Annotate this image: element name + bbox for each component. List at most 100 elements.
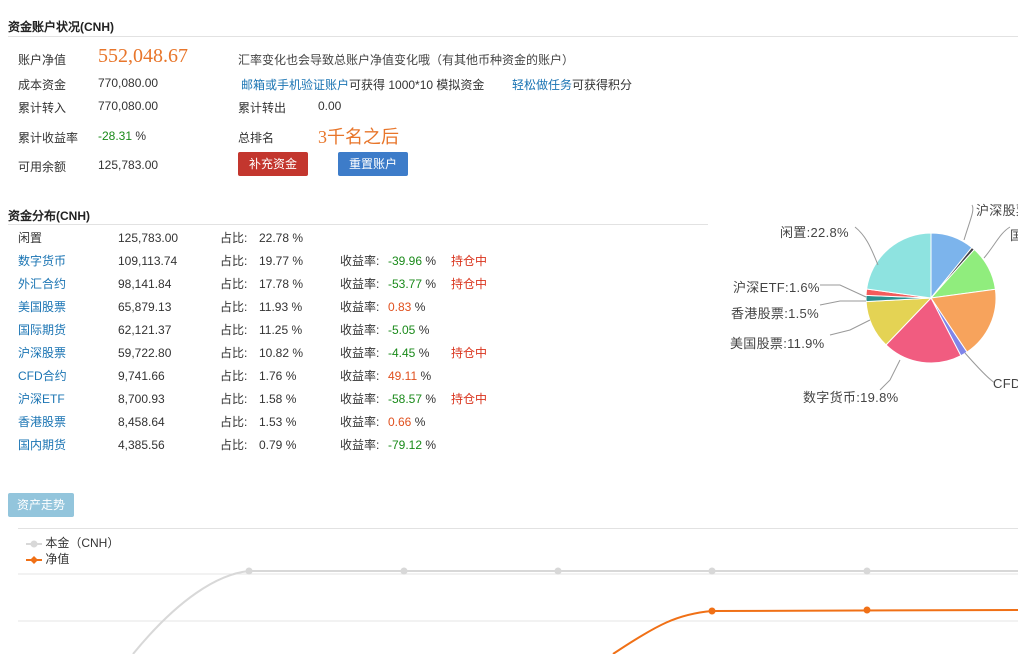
pie-slice-idle[interactable] xyxy=(866,232,932,299)
asset-share: 1.76 % xyxy=(259,369,297,383)
fx-note: 汇率变化也会导致总账户净值变化哦（有其他币种资金的账户） xyxy=(238,53,575,67)
reset-account-button[interactable]: 重置账户 xyxy=(338,152,408,176)
distribution-row: 外汇合约 98,141.84 占比: 17.78 % 收益率: -53.77 % 持仓中 xyxy=(18,273,518,296)
pie-label-crypto: 数字货币:19.8% xyxy=(803,390,899,405)
verify-account-link[interactable]: 邮箱或手机验证账户 xyxy=(241,78,349,92)
holding-badge[interactable]: 持仓中 xyxy=(451,273,487,296)
asset-yield-value: 0.66 xyxy=(388,415,412,429)
yield-label: 收益率: xyxy=(340,277,380,291)
pie-label-hs-etf: 沪深ETF:1.6% xyxy=(733,280,820,295)
principal-point xyxy=(400,567,408,575)
asset-yield-value: 0.83 xyxy=(388,300,412,314)
topup-button[interactable]: 补充资金 xyxy=(238,152,308,176)
asset-yield-value: 49.11 xyxy=(388,369,418,383)
rank-value: 3千名之后 xyxy=(318,127,399,147)
pie-connector-line xyxy=(854,226,879,266)
holding-badge[interactable]: 持仓中 xyxy=(451,388,487,411)
legend-principal-marker xyxy=(26,540,42,548)
total-return: -28.31 % xyxy=(98,129,146,143)
asset-name[interactable]: 沪深股票 xyxy=(18,342,66,365)
task-link[interactable]: 轻松做任务 xyxy=(512,78,572,92)
asset-share: 11.25 % xyxy=(259,323,303,337)
distribution-row: 香港股票 8,458.64 占比: 1.53 % 收益率: 0.66 % xyxy=(18,411,518,434)
available-label: 可用余额 xyxy=(18,160,67,174)
asset-yield-unit: % xyxy=(425,254,437,268)
distribution-row: 闲置 125,783.00 占比: 22.78 % xyxy=(18,227,518,250)
share-label: 占比: xyxy=(220,392,248,406)
share-label: 占比: xyxy=(220,346,248,360)
verify-promo: 邮箱或手机验证账户可获得 1000*10 模拟资金 xyxy=(241,76,484,93)
asset-name[interactable]: CFD合约 xyxy=(18,365,67,388)
pie-connector-line xyxy=(983,226,1011,259)
task-promo: 轻松做任务可获得积分 xyxy=(512,76,632,93)
asset-amount: 8,458.64 xyxy=(118,415,165,429)
total-return-unit: % xyxy=(135,129,147,143)
distribution-row: 沪深股票 59,722.80 占比: 10.82 % 收益率: -4.45 % 持仓中 xyxy=(18,342,518,365)
principal-line xyxy=(132,570,1018,654)
asset-amount: 8,700.93 xyxy=(118,392,165,406)
asset-yield-unit: % xyxy=(425,277,437,291)
asset-share: 1.58 % xyxy=(259,392,297,406)
pie-label-intl: 国 xyxy=(1010,228,1018,243)
asset-yield-value: -53.77 xyxy=(388,277,423,291)
distribution-row: 国际期货 62,121.37 占比: 11.25 % 收益率: -5.05 % xyxy=(18,319,518,342)
asset-name[interactable]: 国际期货 xyxy=(18,319,66,342)
yield-label: 收益率: xyxy=(340,369,380,383)
asset-yield-unit: % xyxy=(420,369,432,383)
pie-label-hk: 香港股票:1.5% xyxy=(731,306,819,321)
pie-label-us: 美国股票:11.9% xyxy=(730,336,825,351)
asset-share: 19.77 % xyxy=(259,254,304,268)
holding-badge[interactable]: 持仓中 xyxy=(451,250,487,273)
task-promo-text: 可获得积分 xyxy=(572,78,633,92)
rank-label: 总排名 xyxy=(238,131,275,145)
yield-label: 收益率: xyxy=(340,415,380,429)
asset-yield-value: -79.12 xyxy=(388,438,423,452)
asset-amount: 125,783.00 xyxy=(118,231,179,245)
asset-name[interactable]: 国内期货 xyxy=(18,434,66,457)
asset-yield: -39.96 % xyxy=(388,250,436,273)
distribution-row: CFD合约 9,741.66 占比: 1.76 % 收益率: 49.11 % xyxy=(18,365,518,388)
asset-amount: 65,879.13 xyxy=(118,300,172,314)
legend-net-value[interactable]: 净值 xyxy=(26,551,119,567)
legend-net-marker xyxy=(26,555,42,564)
principal-point xyxy=(863,567,871,575)
share-label: 占比: xyxy=(220,415,248,429)
total-return-value: -28.31 xyxy=(98,129,133,143)
net-value-point xyxy=(863,606,871,614)
net-value-point xyxy=(708,607,716,615)
legend-principal-label: 本金（CNH） xyxy=(45,536,120,550)
asset-name[interactable]: 外汇合约 xyxy=(18,273,66,296)
net-value-label: 账户净值 xyxy=(18,53,67,67)
account-divider xyxy=(8,36,1018,37)
asset-name[interactable]: 数字货币 xyxy=(18,250,66,273)
share-label: 占比: xyxy=(220,369,248,383)
share-label: 占比: xyxy=(220,438,248,452)
asset-name[interactable]: 美国股票 xyxy=(18,296,66,319)
distribution-divider xyxy=(8,224,708,225)
asset-yield: -79.12 % xyxy=(388,434,436,457)
pie-connector-line xyxy=(829,319,871,336)
distribution-section-title: 资金分布(CNH) xyxy=(8,209,90,223)
asset-yield-value: -39.96 xyxy=(388,254,423,268)
asset-share: 17.78 % xyxy=(259,277,304,291)
asset-name: 闲置 xyxy=(18,231,43,245)
asset-name[interactable]: 香港股票 xyxy=(18,411,66,434)
asset-yield: -5.05 % xyxy=(388,319,429,342)
asset-trend-button[interactable]: 资产走势 xyxy=(8,493,74,517)
yield-label: 收益率: xyxy=(340,323,380,337)
asset-amount: 109,113.74 xyxy=(118,254,178,268)
distribution-pie-chart xyxy=(819,204,1011,391)
asset-yield: 0.83 % xyxy=(388,296,425,319)
trend-legend: 本金（CNH） 净值 xyxy=(26,535,119,567)
asset-name[interactable]: 沪深ETF xyxy=(18,388,65,411)
account-section-title: 资金账户状况(CNH) xyxy=(8,20,114,34)
asset-yield-value: -4.45 xyxy=(388,346,416,360)
net-value: 552,048.67 xyxy=(98,45,188,67)
holding-badge[interactable]: 持仓中 xyxy=(451,342,487,365)
principal-point xyxy=(554,567,562,575)
pie-label-idle: 闲置:22.8% xyxy=(780,225,849,240)
distribution-row: 沪深ETF 8,700.93 占比: 1.58 % 收益率: -58.57 % 持仓中 xyxy=(18,388,518,411)
asset-amount: 59,722.80 xyxy=(118,346,172,360)
asset-yield: 49.11 % xyxy=(388,365,431,388)
legend-principal[interactable]: 本金（CNH） xyxy=(26,535,119,551)
